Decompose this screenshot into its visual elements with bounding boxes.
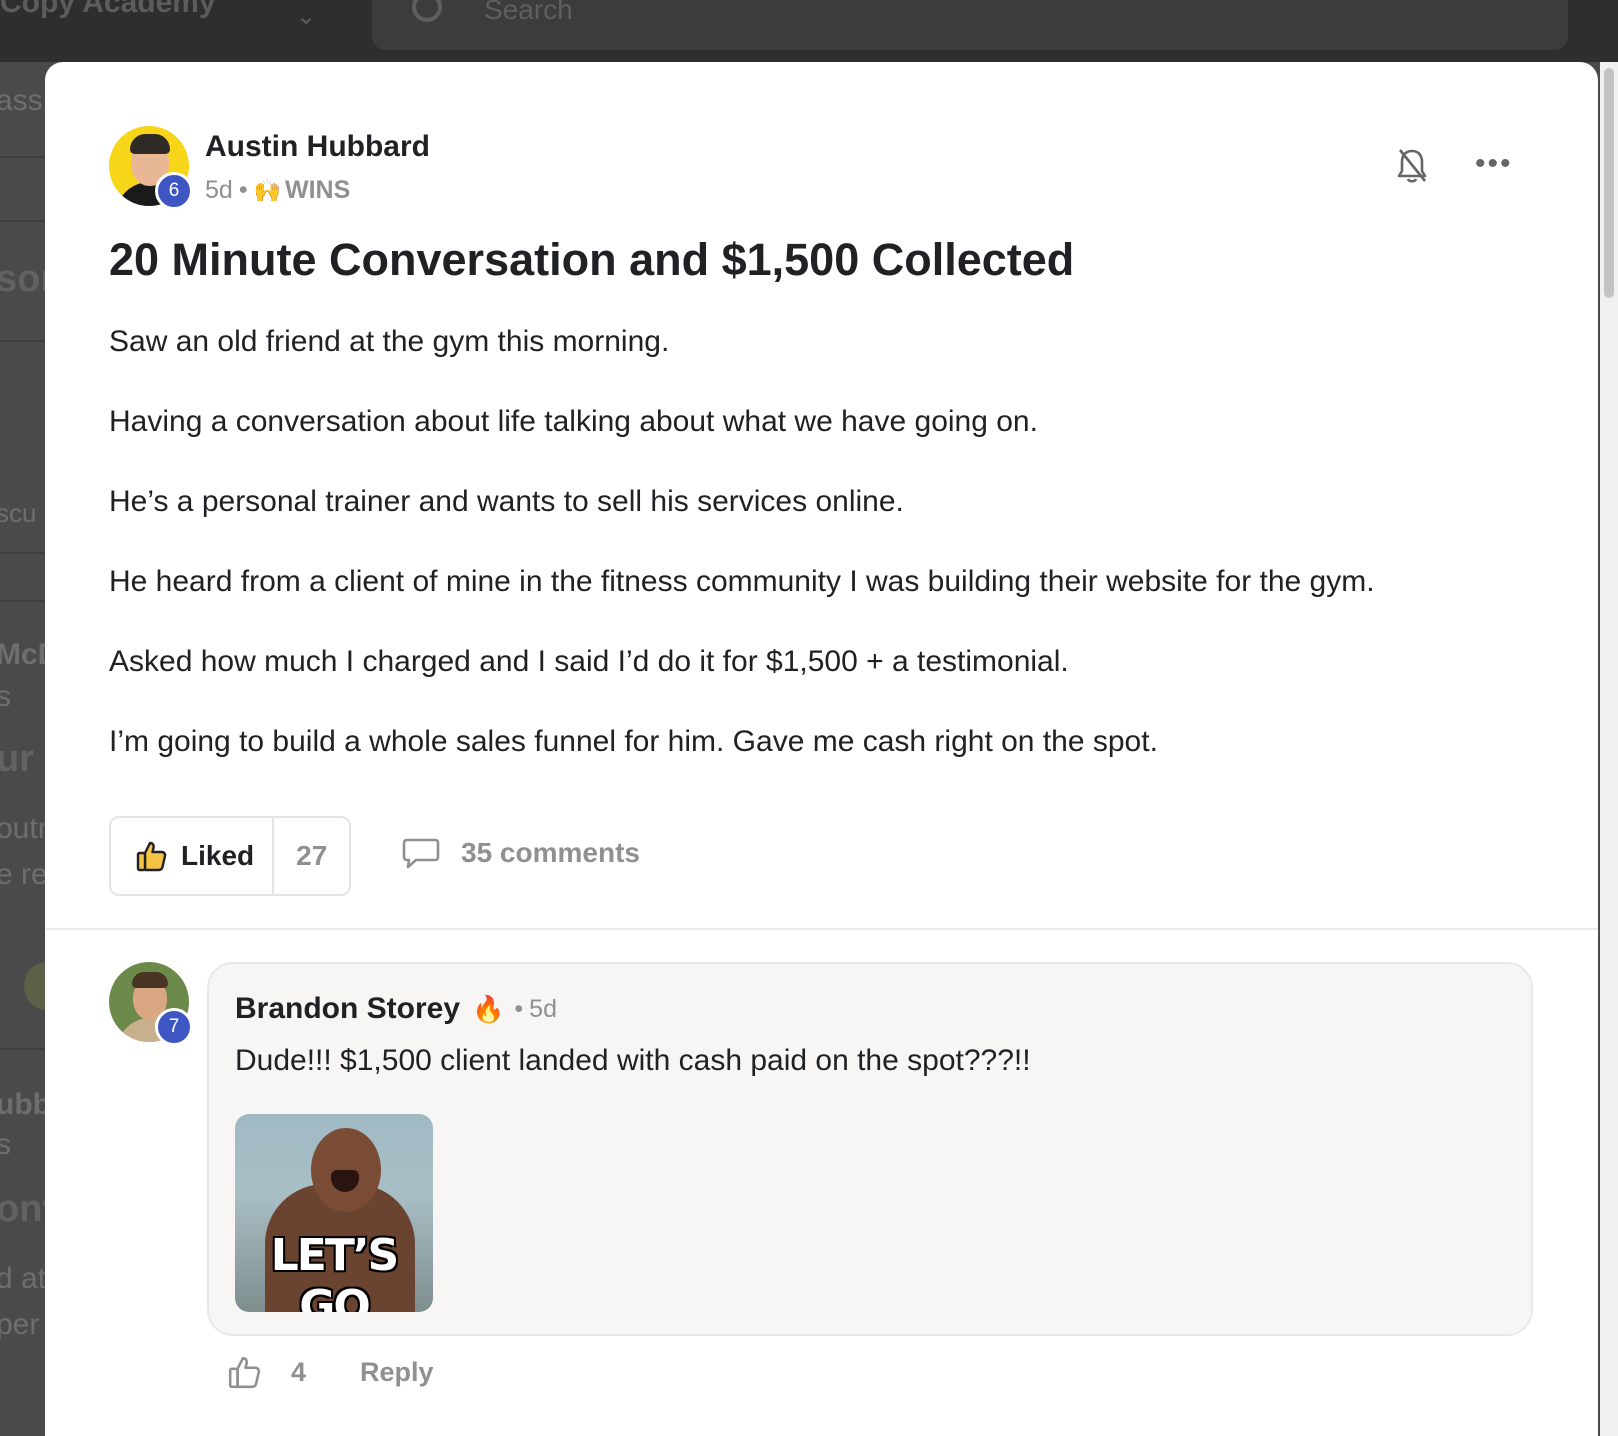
background-divider xyxy=(0,220,46,222)
comment-actions: 4 Reply xyxy=(227,1354,434,1390)
scrollbar-thumb[interactable] xyxy=(1604,68,1614,298)
background-text-fragment: s xyxy=(0,680,11,713)
comment-text: Dude!!! $1,500 client landed with cash p… xyxy=(235,1044,1031,1077)
search-icon xyxy=(412,0,442,22)
commenter-level-badge: 7 xyxy=(155,1008,193,1046)
author-name[interactable]: Austin Hubbard xyxy=(205,130,430,164)
commenter-name[interactable]: Brandon Storey xyxy=(235,992,460,1026)
like-count[interactable]: 27 xyxy=(274,840,327,872)
background-divider xyxy=(0,600,46,602)
fire-icon: 🔥 xyxy=(472,993,505,1024)
background-divider xyxy=(0,156,46,158)
post-paragraph: Saw an old friend at the gym this mornin… xyxy=(109,325,670,358)
background-text-fragment: per xyxy=(0,1308,40,1341)
background-text-fragment: d at xyxy=(0,1262,47,1295)
comment-time: 5d xyxy=(529,994,557,1023)
background-text-fragment: scu xyxy=(0,498,37,528)
post-meta: 5d • 🙌 WINS xyxy=(205,176,350,205)
post-paragraph: Having a conversation about life talking… xyxy=(109,405,1038,438)
post-body: Saw an old friend at the gym this mornin… xyxy=(109,324,1539,804)
section-divider xyxy=(45,928,1598,930)
post-title: 20 Minute Conversation and $1,500 Collec… xyxy=(109,234,1075,285)
comment-bubble: Brandon Storey 🔥 • 5d Dude!!! $1,500 cli… xyxy=(207,962,1533,1336)
post-category[interactable]: WINS xyxy=(285,176,350,205)
avatar-hair xyxy=(130,134,170,154)
meta-separator: • xyxy=(238,176,248,204)
meta-separator: • xyxy=(514,994,524,1023)
background-search-bar: Search xyxy=(372,0,1568,50)
background-text-fragment: s xyxy=(0,1128,11,1161)
reply-button[interactable]: Reply xyxy=(360,1357,434,1388)
like-control: Liked 27 xyxy=(109,816,351,896)
background-divider xyxy=(0,552,46,554)
background-divider xyxy=(0,340,46,342)
more-options-icon[interactable]: ••• xyxy=(1475,149,1513,179)
post-paragraph: I’m going to build a whole sales funnel … xyxy=(109,725,1158,758)
background-text-fragment: ass xyxy=(0,84,43,117)
comment-header: Brandon Storey 🔥 • 5d xyxy=(235,992,557,1026)
background-divider xyxy=(0,1048,46,1050)
comment-like-count[interactable]: 4 xyxy=(291,1357,306,1388)
background-text-fragment: e re xyxy=(0,858,48,891)
gif-caption: LET’S GO xyxy=(270,1230,400,1312)
background-topbar: Copy Academy ⌄ Search xyxy=(0,0,1618,62)
bell-off-icon[interactable] xyxy=(1394,146,1430,186)
background-text-fragment: ubb xyxy=(0,1088,51,1121)
post-time: 5d xyxy=(205,176,233,204)
author-level-badge: 6 xyxy=(155,172,193,210)
post-modal: 6 Austin Hubbard 5d • 🙌 WINS ••• 20 Minu… xyxy=(45,62,1598,1436)
avatar-hair xyxy=(132,972,168,988)
post-paragraph: Asked how much I charged and I said I’d … xyxy=(109,645,1069,678)
post-paragraph: He’s a personal trainer and wants to sel… xyxy=(109,485,904,518)
thumbs-up-icon[interactable] xyxy=(227,1354,263,1390)
post-paragraph: He heard from a client of mine in the fi… xyxy=(109,565,1375,598)
comment-bubble-icon xyxy=(402,838,440,869)
background-text-fragment: outr xyxy=(0,812,48,845)
raising-hands-icon: 🙌 xyxy=(253,177,281,203)
comment-gif[interactable]: LET’S GO xyxy=(235,1114,433,1312)
like-label: Liked xyxy=(181,840,255,871)
background-search-placeholder: Search xyxy=(484,0,573,25)
chevron-down-icon: ⌄ xyxy=(296,3,317,30)
comments-count-label: 35 comments xyxy=(461,837,640,868)
comments-button[interactable]: 35 comments xyxy=(401,836,640,870)
background-app-title: Copy Academy xyxy=(0,0,216,19)
like-button[interactable]: Liked xyxy=(111,818,275,894)
thumbs-up-icon xyxy=(136,841,167,872)
